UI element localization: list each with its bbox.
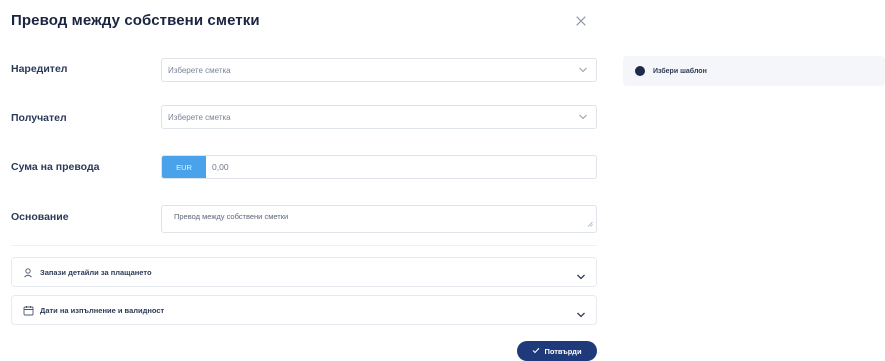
chevron-down-icon (576, 268, 586, 286)
template-icon (635, 66, 645, 76)
check-icon (532, 347, 540, 356)
recipient-select-value: Изберете сметка (168, 112, 231, 122)
amount-field: EUR 0,00 (161, 155, 597, 179)
chevron-down-icon (578, 113, 588, 123)
chevron-down-icon (578, 66, 588, 76)
accordion-execution-dates[interactable]: Дати на изпълнение и валидност (11, 295, 597, 325)
confirm-label: Потвърди (544, 346, 582, 356)
reason-text: Превод между собствени сметки (174, 212, 289, 221)
reason-label: Основание (11, 211, 69, 223)
currency-selector[interactable]: EUR (162, 156, 206, 178)
confirm-button[interactable]: Потвърди (517, 341, 597, 361)
save-details-icon (22, 266, 34, 278)
resize-handle-icon[interactable] (587, 220, 593, 229)
accordion-label: Запази детайли за плащането (40, 267, 152, 277)
dialog-title: Превод между собствени сметки (11, 12, 260, 29)
transfer-dialog: Превод между собствени сметки Наредител … (0, 0, 612, 361)
calendar-icon (22, 304, 34, 316)
close-icon[interactable] (572, 12, 590, 30)
payer-label: Наредител (11, 63, 68, 75)
payer-select[interactable]: Изберете сметка (161, 58, 597, 82)
divider (11, 245, 597, 246)
recipient-label: Получател (11, 112, 67, 124)
template-label: Избери шаблон (653, 67, 707, 75)
reason-textarea[interactable]: Превод между собствени сметки (161, 205, 597, 233)
accordion-label: Дати на изпълнение и валидност (40, 305, 165, 315)
payer-select-value: Изберете сметка (168, 65, 231, 75)
recipient-select[interactable]: Изберете сметка (161, 105, 597, 129)
choose-template-button[interactable]: Избери шаблон (623, 56, 885, 86)
chevron-down-icon (576, 306, 586, 324)
amount-label: Сума на превода (11, 161, 100, 173)
amount-input[interactable]: 0,00 (212, 162, 229, 172)
accordion-payment-details[interactable]: Запази детайли за плащането (11, 257, 597, 287)
